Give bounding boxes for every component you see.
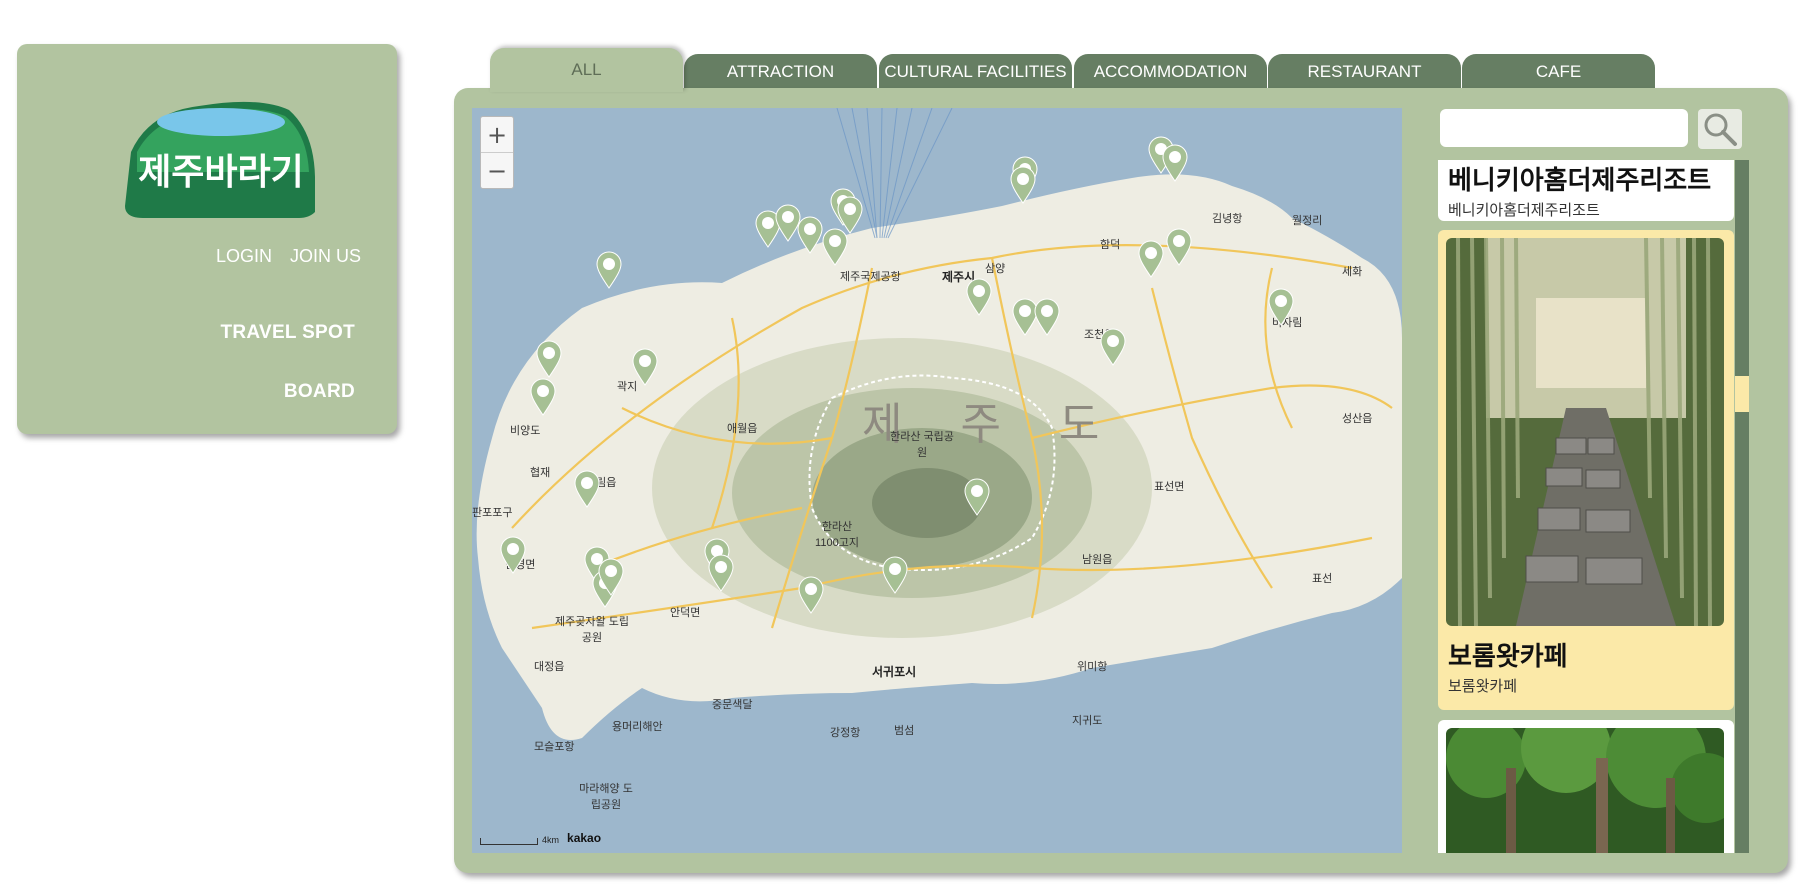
map-marker-icon[interactable] [797, 216, 823, 254]
map-marker-icon[interactable] [837, 196, 863, 234]
map-label-aewol: 애월읍 [727, 423, 758, 435]
card-subtitle: 보롬왓카페 [1448, 677, 1518, 695]
tab-cultural-facilities[interactable]: CULTURAL FACILITIES [879, 54, 1072, 90]
svg-text:제주바라기: 제주바라기 [138, 152, 304, 193]
side-nav-card: 제주바라기 LOGIN JOIN US TRAVEL SPOT BOARD [17, 44, 397, 434]
search-icon [1704, 113, 1737, 146]
map-label-moseulpo: 모슬포항 [534, 741, 575, 753]
map-scale: 4km kakao [480, 831, 601, 845]
map-label-jungmun: 중문색달 [712, 699, 753, 711]
map-marker-icon[interactable] [1100, 328, 1126, 366]
tab-cafe[interactable]: CAFE [1462, 54, 1655, 90]
map-marker-icon[interactable] [598, 558, 624, 596]
map-label-hallasan: 한라산 국립공원 [890, 431, 954, 459]
list-item-selected[interactable]: 보롬왓카페 보롬왓카페 [1438, 230, 1734, 710]
map-marker-icon[interactable] [882, 556, 908, 594]
map-label-hyeopjae: 협재 [530, 467, 551, 479]
board-link[interactable]: BOARD [284, 381, 355, 403]
scale-bar [480, 838, 538, 845]
map-marker-icon[interactable] [1162, 144, 1188, 182]
map-marker-icon[interactable] [500, 536, 526, 574]
zoom-in-button[interactable]: + [481, 117, 513, 152]
card-photo [1446, 728, 1724, 853]
map-label-peak: 한라산 1100고지 [815, 521, 859, 549]
map-marker-icon[interactable] [1166, 228, 1192, 266]
map-label-wimi: 위미항 [1077, 661, 1108, 673]
map-label-pyoseon: 표선면 [1154, 481, 1185, 493]
map-label-panpo: 판포포구 [472, 507, 513, 519]
map-label-seongsan: 성산읍 [1342, 413, 1373, 425]
card-title: 보롬왓카페 [1448, 642, 1568, 672]
login-link[interactable]: LOGIN [216, 246, 272, 267]
map-label-samyang: 삼양 [985, 263, 1006, 275]
map-label-namwon: 남원읍 [1082, 554, 1113, 566]
map-label-gimnyeong-port: 김녕항 [1212, 213, 1243, 225]
travel-spot-link[interactable]: TRAVEL SPOT [220, 322, 355, 344]
map-label-pyoseon-beach: 표선 [1312, 573, 1333, 585]
card-photo [1446, 238, 1724, 626]
place-list[interactable]: 베니키아홈더제주리조트 베니키아홈더제주리조트 보롬왓카페 보롬왓카페 [1438, 160, 1734, 853]
map-marker-icon[interactable] [964, 478, 990, 516]
map-label-daejeong: 대정읍 [534, 661, 565, 673]
map-provider-logo: kakao [567, 831, 602, 845]
map-label-gangjeong: 강정항 [830, 727, 861, 739]
map-label-biyangdo: 비양도 [510, 425, 541, 437]
zoom-control: + − [480, 116, 514, 189]
tab-accommodation[interactable]: ACCOMMODATION [1074, 54, 1267, 90]
map-marker-icon[interactable] [530, 378, 556, 416]
list-item[interactable] [1438, 720, 1734, 853]
map-label-jigwido: 지귀도 [1072, 715, 1103, 727]
map-label-beomseom: 범섬 [894, 725, 915, 737]
map-marker-icon[interactable] [966, 278, 992, 316]
map-marker-icon[interactable] [1138, 240, 1164, 278]
map-marker-icon[interactable] [596, 251, 622, 289]
site-logo[interactable]: 제주바라기 [109, 92, 333, 222]
map-label-sehwa: 세화 [1342, 266, 1363, 278]
list-item[interactable]: 베니키아홈더제주리조트 베니키아홈더제주리조트 [1438, 160, 1734, 221]
map-marker-icon[interactable] [1268, 288, 1294, 326]
map-label-seogwipo: 서귀포시 [872, 665, 917, 679]
search-button[interactable] [1698, 109, 1742, 149]
map-label-yongmeori: 용머리해안 [612, 721, 663, 733]
main-panel: 제 주 도 제주시 제주국제공항 서귀포시 한라산 국립공원 한라산 1100고… [454, 88, 1788, 873]
map-view[interactable]: 제 주 도 제주시 제주국제공항 서귀포시 한라산 국립공원 한라산 1100고… [472, 108, 1402, 853]
tab-all[interactable]: ALL [490, 48, 683, 92]
search-input[interactable] [1440, 109, 1688, 147]
map-marker-icon[interactable] [536, 340, 562, 378]
card-title: 베니키아홈더제주리조트 [1448, 166, 1712, 196]
map-label-hamdeok: 함덕 [1100, 239, 1121, 251]
list-scrollbar-thumb[interactable] [1735, 376, 1749, 412]
tab-attraction[interactable]: ATTRACTION [684, 54, 877, 90]
scale-label: 4km [542, 835, 560, 845]
map-marker-icon[interactable] [798, 576, 824, 614]
map-marker-icon[interactable] [574, 470, 600, 508]
map-label-andeok: 안덕면 [670, 607, 701, 619]
map-label-airport: 제주국제공항 [840, 271, 901, 283]
map-marker-icon[interactable] [1034, 298, 1060, 336]
zoom-out-button[interactable]: − [481, 152, 513, 188]
card-subtitle: 베니키아홈더제주리조트 [1448, 201, 1600, 219]
map-marker-icon[interactable] [1010, 166, 1036, 204]
map-marker-icon[interactable] [632, 348, 658, 386]
map-label-marado: 마라해양 도립공원 [579, 783, 633, 811]
list-scrollbar[interactable] [1735, 160, 1749, 853]
tab-restaurant[interactable]: RESTAURANT [1268, 54, 1461, 90]
map-label-gotjawal: 제주곶자왈 도립공원 [555, 616, 629, 644]
join-link[interactable]: JOIN US [290, 246, 361, 267]
map-label-woljeongri: 월정리 [1292, 215, 1323, 227]
map-marker-icon[interactable] [708, 554, 734, 592]
